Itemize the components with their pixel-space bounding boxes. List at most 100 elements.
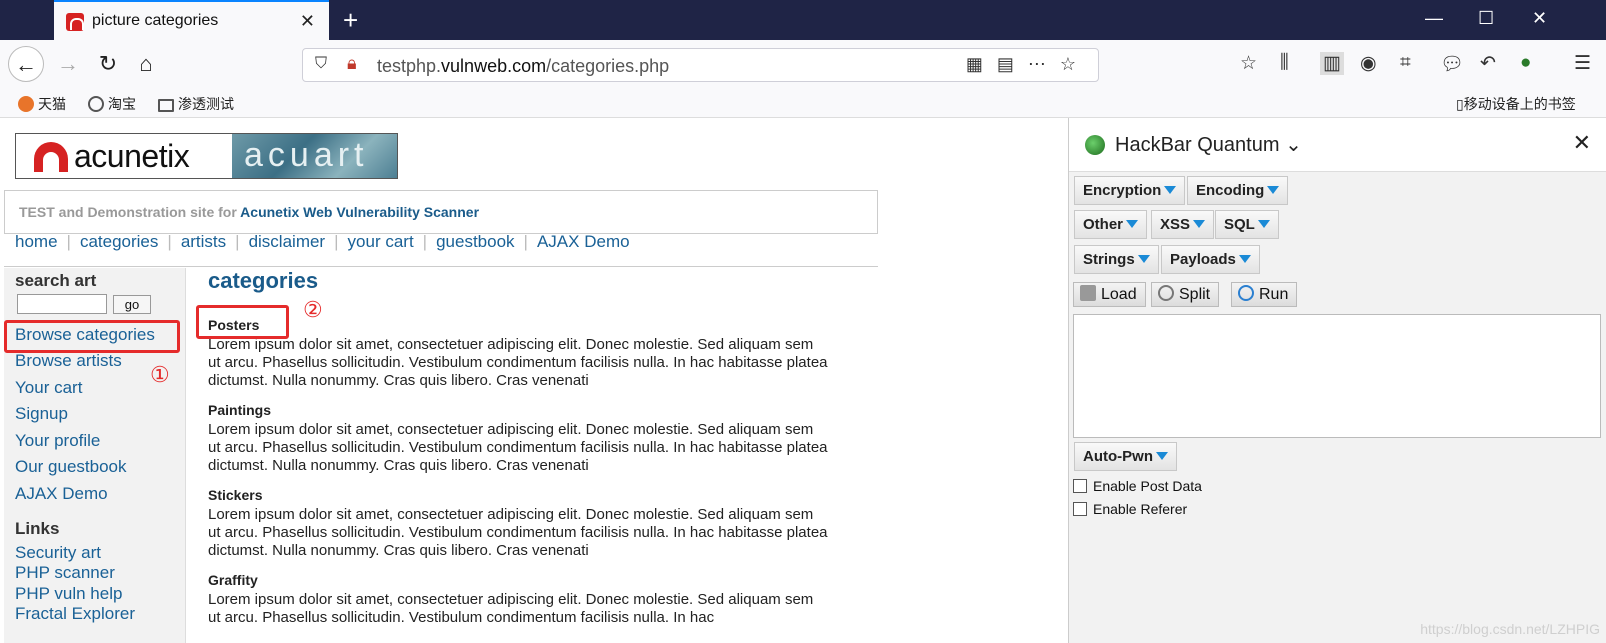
nav-artists[interactable]: artists bbox=[181, 232, 226, 252]
load-button[interactable]: Load bbox=[1073, 282, 1146, 307]
category-description: Lorem ipsum dolor sit amet, consectetuer… bbox=[208, 506, 828, 559]
chat-bubble-icon[interactable]: 💬︎ bbox=[1440, 52, 1464, 76]
web-page: acunetix acuart TEST and Demonstration s… bbox=[0, 118, 1068, 643]
tab-title: picture categories bbox=[92, 12, 219, 29]
links-heading: Links bbox=[15, 519, 60, 538]
xss-menu[interactable]: XSS bbox=[1151, 210, 1215, 239]
top-navigation: home | categories | artists | disclaimer | your … bbox=[15, 232, 630, 252]
strings-menu[interactable]: Strings bbox=[1074, 245, 1159, 274]
bookmark-taobao[interactable]: 淘宝 bbox=[88, 94, 136, 114]
other-menu[interactable]: Other bbox=[1074, 210, 1148, 239]
checkbox-box[interactable] bbox=[1073, 502, 1087, 516]
sidebar-signup[interactable]: Signup bbox=[15, 404, 68, 424]
link-php-scanner[interactable]: PHP scanner bbox=[15, 563, 115, 583]
mobile-device-icon: ▯ bbox=[1456, 96, 1464, 112]
run-button[interactable]: Run bbox=[1231, 282, 1298, 307]
nav-categories[interactable]: categories bbox=[80, 232, 158, 252]
account-icon[interactable]: ◉ bbox=[1360, 52, 1377, 75]
forward-button[interactable]: → bbox=[50, 46, 86, 82]
category-item: Graffity Lorem ipsum dolor sit amet, con… bbox=[208, 572, 828, 627]
screenshot-crop-icon[interactable]: ⌗ bbox=[1400, 52, 1411, 74]
site-logo[interactable]: acunetix acuart bbox=[15, 133, 398, 179]
nav-your-cart[interactable]: your cart bbox=[348, 232, 414, 252]
sidebar-our-guestbook[interactable]: Our guestbook bbox=[15, 457, 127, 477]
category-name[interactable]: Paintings bbox=[208, 402, 828, 418]
nav-guestbook[interactable]: guestbook bbox=[436, 232, 514, 252]
sql-menu[interactable]: SQL bbox=[1215, 210, 1279, 239]
close-window-button[interactable]: ✕ bbox=[1532, 8, 1547, 29]
hackbar-extension-icon[interactable]: ● bbox=[1520, 52, 1531, 74]
dropdown-arrow-icon bbox=[1267, 186, 1280, 194]
minimize-button[interactable]: — bbox=[1425, 8, 1443, 29]
mobile-bookmarks[interactable]: ▯移动设备上的书签 bbox=[1456, 94, 1576, 114]
bookmark-star-icon[interactable]: ☆ bbox=[1060, 54, 1090, 74]
url-text[interactable]: testphp.vulnweb.com/categories.php bbox=[377, 56, 669, 77]
library-icon[interactable]: ⫼ bbox=[1280, 52, 1289, 74]
logo-art-text: acuart bbox=[244, 136, 369, 174]
sidebar-browse-artists[interactable]: Browse artists bbox=[15, 351, 122, 371]
hackbar-url-textarea[interactable] bbox=[1073, 314, 1601, 438]
bookmark-tmall[interactable]: 天猫 bbox=[18, 94, 66, 114]
category-name[interactable]: Stickers bbox=[208, 487, 828, 503]
reload-button[interactable]: ↻ bbox=[90, 46, 126, 82]
page-actions-icon[interactable]: ⋯ bbox=[1028, 54, 1060, 74]
menu-icon[interactable]: ☰ bbox=[1574, 52, 1591, 75]
acunetix-favicon-icon bbox=[66, 13, 84, 31]
bookmark-pentest-folder[interactable]: 渗透测试 bbox=[158, 94, 234, 114]
close-tab-icon[interactable]: ✕ bbox=[300, 11, 315, 32]
nav-ajax-demo[interactable]: AJAX Demo bbox=[537, 232, 630, 252]
logo-brand-text: acunetix bbox=[74, 138, 190, 174]
nav-disclaimer[interactable]: disclaimer bbox=[249, 232, 326, 252]
back-button[interactable]: ← bbox=[8, 46, 44, 82]
enable-referer-checkbox[interactable]: Enable Referer bbox=[1073, 501, 1187, 517]
annotation-1: ① bbox=[150, 362, 170, 387]
title-bar: picture categories ✕ + — ☐ ✕ bbox=[0, 0, 1606, 40]
enable-post-label: Enable Post Data bbox=[1093, 478, 1202, 494]
enable-post-data-checkbox[interactable]: Enable Post Data bbox=[1073, 478, 1202, 494]
hackbar-title[interactable]: HackBar Quantum ⌄ bbox=[1115, 132, 1302, 157]
sidebar-ajax-demo[interactable]: AJAX Demo bbox=[15, 484, 108, 504]
nav-home[interactable]: home bbox=[15, 232, 58, 252]
home-button[interactable]: ⌂ bbox=[128, 46, 164, 82]
sidebar-your-cart[interactable]: Your cart bbox=[15, 378, 82, 398]
dropdown-arrow-icon bbox=[1193, 220, 1206, 228]
link-php-vuln-help[interactable]: PHP vuln help bbox=[15, 584, 122, 604]
link-fractal-explorer[interactable]: Fractal Explorer bbox=[15, 604, 135, 624]
tracking-shield-icon[interactable]: ⛉ bbox=[315, 55, 327, 73]
pocket-icon[interactable]: ☆ bbox=[1240, 52, 1257, 75]
browser-tab[interactable]: picture categories ✕ bbox=[54, 0, 329, 40]
insecure-connection-icon[interactable]: 🔒︎ bbox=[347, 53, 357, 74]
encoding-menu[interactable]: Encoding bbox=[1187, 176, 1289, 205]
category-item: Posters Lorem ipsum dolor sit amet, cons… bbox=[208, 317, 828, 390]
url-actions: ▦▤⋯☆ bbox=[966, 54, 1090, 75]
go-button[interactable]: go bbox=[113, 295, 151, 314]
payloads-menu[interactable]: Payloads bbox=[1161, 245, 1260, 274]
split-url-icon bbox=[1158, 285, 1174, 301]
split-button[interactable]: Split bbox=[1151, 282, 1220, 307]
category-name[interactable]: Graffity bbox=[208, 572, 828, 588]
close-sidebar-icon[interactable]: ✕ bbox=[1573, 130, 1591, 156]
play-icon bbox=[1238, 285, 1254, 301]
load-url-icon bbox=[1080, 285, 1096, 301]
qr-code-icon[interactable]: ▦ bbox=[966, 54, 997, 74]
search-input[interactable] bbox=[17, 294, 107, 314]
dropdown-arrow-icon bbox=[1137, 255, 1150, 263]
new-tab-button[interactable]: + bbox=[343, 5, 358, 36]
reader-view-icon[interactable]: ▤ bbox=[997, 54, 1028, 74]
dropdown-arrow-icon bbox=[1257, 220, 1270, 228]
category-name[interactable]: Posters bbox=[208, 317, 828, 333]
dropdown-arrow-icon bbox=[1238, 255, 1251, 263]
encryption-menu[interactable]: Encryption bbox=[1074, 176, 1186, 205]
scanner-link[interactable]: Acunetix Web Vulnerability Scanner bbox=[240, 204, 479, 220]
site-tagline: TEST and Demonstration site for Acunetix… bbox=[4, 190, 878, 234]
url-bar[interactable]: ⛉ 🔒︎ testphp.vulnweb.com/categories.php … bbox=[302, 48, 1099, 82]
maximize-button[interactable]: ☐ bbox=[1478, 8, 1494, 29]
link-security-art[interactable]: Security art bbox=[15, 543, 101, 563]
dropdown-arrow-icon bbox=[1164, 186, 1177, 194]
auto-pwn-menu[interactable]: Auto-Pwn bbox=[1074, 442, 1177, 471]
undo-icon[interactable]: ↶ bbox=[1480, 52, 1496, 75]
sidebar-your-profile[interactable]: Your profile bbox=[15, 431, 100, 451]
watermark: https://blog.csdn.net/LZHPIG bbox=[1420, 621, 1600, 637]
checkbox-box[interactable] bbox=[1073, 479, 1087, 493]
sidebar-icon[interactable]: ▥ bbox=[1320, 52, 1344, 75]
